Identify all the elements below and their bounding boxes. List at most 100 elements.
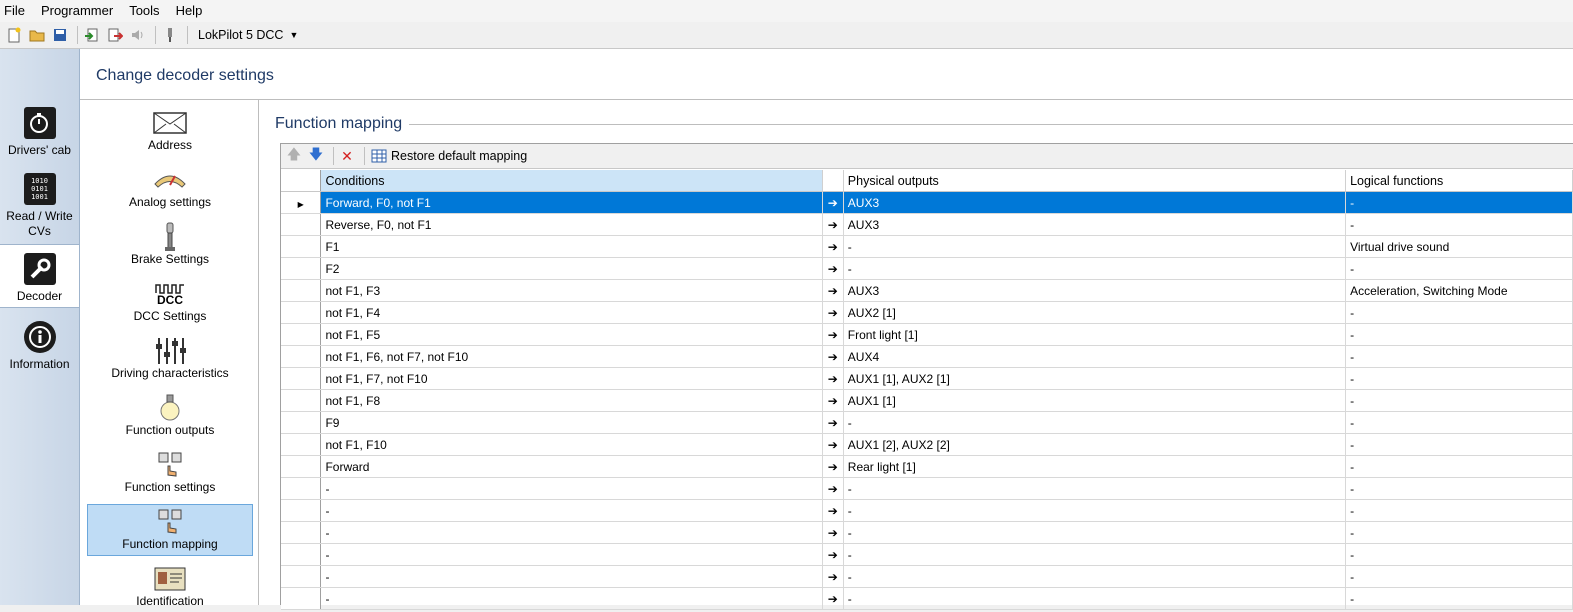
row-header[interactable] xyxy=(281,499,322,522)
table-row[interactable]: F2 ➔ - - xyxy=(281,257,1573,280)
table-row[interactable]: not F1, F8 ➔ AUX1 [1] - xyxy=(281,389,1573,412)
table-row[interactable]: - ➔ - - xyxy=(281,499,1573,522)
row-header[interactable] xyxy=(281,345,322,368)
cell-logical-functions[interactable]: - xyxy=(1345,323,1573,346)
delete-icon[interactable]: ✕ xyxy=(338,147,356,165)
row-header[interactable] xyxy=(281,213,322,236)
category-driving-characteristics[interactable]: Driving characteristics xyxy=(87,332,253,384)
row-header[interactable] xyxy=(281,257,322,280)
cell-physical-outputs[interactable]: AUX1 [1] xyxy=(843,389,1347,412)
cell-physical-outputs[interactable]: - xyxy=(843,477,1347,500)
row-header[interactable] xyxy=(281,565,322,588)
cell-logical-functions[interactable]: - xyxy=(1345,499,1573,522)
column-header-physical-outputs[interactable]: Physical outputs xyxy=(843,170,1347,192)
cell-physical-outputs[interactable]: AUX4 xyxy=(843,345,1347,368)
cell-conditions[interactable]: - xyxy=(320,565,823,588)
cell-logical-functions[interactable]: - xyxy=(1345,521,1573,544)
row-header[interactable] xyxy=(281,367,322,390)
nav-drivers-cab[interactable]: Drivers' cab xyxy=(0,107,79,158)
row-header[interactable] xyxy=(281,279,322,302)
row-header[interactable] xyxy=(281,543,322,566)
table-row[interactable]: - ➔ - - xyxy=(281,521,1573,544)
menu-tools[interactable]: Tools xyxy=(125,0,167,22)
row-header[interactable] xyxy=(281,235,322,258)
programmer-icon[interactable] xyxy=(160,25,180,45)
cell-conditions[interactable]: Forward, F0, not F1 xyxy=(320,191,823,214)
menu-programmer[interactable]: Programmer xyxy=(37,0,121,22)
column-header-conditions[interactable]: Conditions xyxy=(320,170,823,192)
cell-physical-outputs[interactable]: - xyxy=(843,543,1347,566)
cell-physical-outputs[interactable]: AUX3 xyxy=(843,191,1347,214)
cell-conditions[interactable]: F1 xyxy=(320,235,823,258)
cell-conditions[interactable]: not F1, F10 xyxy=(320,433,823,456)
category-function-mapping[interactable]: Function mapping xyxy=(87,504,253,556)
cell-conditions[interactable]: - xyxy=(320,477,823,500)
table-row[interactable]: - ➔ - - xyxy=(281,565,1573,588)
cell-logical-functions[interactable]: - xyxy=(1345,587,1573,610)
table-row[interactable]: not F1, F10 ➔ AUX1 [2], AUX2 [2] - xyxy=(281,433,1573,456)
table-row[interactable]: not F1, F5 ➔ Front light [1] - xyxy=(281,323,1573,346)
cell-physical-outputs[interactable]: Rear light [1] xyxy=(843,455,1347,478)
table-row[interactable]: ▶ Forward, F0, not F1 ➔ AUX3- xyxy=(281,191,1573,214)
cell-conditions[interactable]: F2 xyxy=(320,257,823,280)
cell-logical-functions[interactable]: Acceleration, Switching Mode xyxy=(1345,279,1573,302)
cell-logical-functions[interactable]: - xyxy=(1345,345,1573,368)
category-brake-settings[interactable]: Brake Settings xyxy=(87,218,253,270)
cell-conditions[interactable]: not F1, F3 xyxy=(320,279,823,302)
cell-physical-outputs[interactable]: AUX3 xyxy=(843,213,1347,236)
row-header[interactable] xyxy=(281,389,322,412)
category-address[interactable]: Address xyxy=(87,104,253,156)
table-row[interactable]: not F1, F4 ➔ AUX2 [1] - xyxy=(281,301,1573,324)
move-up-icon[interactable]: 🡅 xyxy=(285,146,303,165)
cell-logical-functions[interactable]: - xyxy=(1345,565,1573,588)
cell-conditions[interactable]: not F1, F5 xyxy=(320,323,823,346)
cell-physical-outputs[interactable]: AUX3 xyxy=(843,279,1347,302)
cell-logical-functions[interactable]: - xyxy=(1345,191,1573,214)
cell-physical-outputs[interactable]: Front light [1] xyxy=(843,323,1347,346)
cell-conditions[interactable]: not F1, F6, not F7, not F10 xyxy=(320,345,823,368)
new-file-icon[interactable] xyxy=(4,25,24,45)
table-row[interactable]: not F1, F7, not F10 ➔ AUX1 [1], AUX2 [1] - xyxy=(281,367,1573,390)
save-icon[interactable] xyxy=(50,25,70,45)
import-icon[interactable] xyxy=(82,25,102,45)
column-header-logical-functions[interactable]: Logical functions xyxy=(1345,170,1573,192)
move-down-icon[interactable]: 🡇 xyxy=(307,146,325,165)
cell-physical-outputs[interactable]: - xyxy=(843,411,1347,434)
nav-decoder[interactable]: Decoder xyxy=(0,244,79,308)
cell-logical-functions[interactable]: - xyxy=(1345,301,1573,324)
cell-physical-outputs[interactable]: AUX1 [2], AUX2 [2] xyxy=(843,433,1347,456)
table-row[interactable]: not F1, F6, not F7, not F10 ➔ AUX4- xyxy=(281,345,1573,368)
menu-file[interactable]: File xyxy=(0,0,33,22)
cell-conditions[interactable]: not F1, F8 xyxy=(320,389,823,412)
row-header[interactable] xyxy=(281,411,322,434)
table-row[interactable]: - ➔ - - xyxy=(281,477,1573,500)
table-row[interactable]: Reverse, F0, not F1 ➔ AUX3- xyxy=(281,213,1573,236)
cell-physical-outputs[interactable]: - xyxy=(843,565,1347,588)
category-function-settings[interactable]: Function settings xyxy=(87,446,253,498)
open-folder-icon[interactable] xyxy=(27,25,47,45)
row-header[interactable] xyxy=(281,433,322,456)
cell-physical-outputs[interactable]: - xyxy=(843,235,1347,258)
cell-conditions[interactable]: - xyxy=(320,543,823,566)
cell-logical-functions[interactable]: - xyxy=(1345,257,1573,280)
menu-help[interactable]: Help xyxy=(172,0,211,22)
category-analog-settings[interactable]: Analog settings xyxy=(87,161,253,213)
cell-conditions[interactable]: Reverse, F0, not F1 xyxy=(320,213,823,236)
cell-physical-outputs[interactable]: - xyxy=(843,521,1347,544)
row-header[interactable] xyxy=(281,521,322,544)
cell-logical-functions[interactable]: - xyxy=(1345,411,1573,434)
sound-icon[interactable] xyxy=(128,25,148,45)
table-row[interactable]: not F1, F3 ➔ AUX3 Acceleration, Switching M… xyxy=(281,279,1573,302)
cell-physical-outputs[interactable]: AUX2 [1] xyxy=(843,301,1347,324)
cell-logical-functions[interactable]: - xyxy=(1345,213,1573,236)
table-row[interactable]: F1 ➔ - Virtual drive sound xyxy=(281,235,1573,258)
cell-conditions[interactable]: F9 xyxy=(320,411,823,434)
cell-logical-functions[interactable]: - xyxy=(1345,455,1573,478)
cell-physical-outputs[interactable]: AUX1 [1], AUX2 [1] xyxy=(843,367,1347,390)
cell-logical-functions[interactable]: - xyxy=(1345,389,1573,412)
cell-conditions[interactable]: not F1, F4 xyxy=(320,301,823,324)
table-row[interactable]: - ➔ - - xyxy=(281,587,1573,610)
restore-default-mapping-button[interactable]: Restore default mapping xyxy=(371,149,527,163)
cell-conditions[interactable]: - xyxy=(320,521,823,544)
cell-physical-outputs[interactable]: - xyxy=(843,257,1347,280)
